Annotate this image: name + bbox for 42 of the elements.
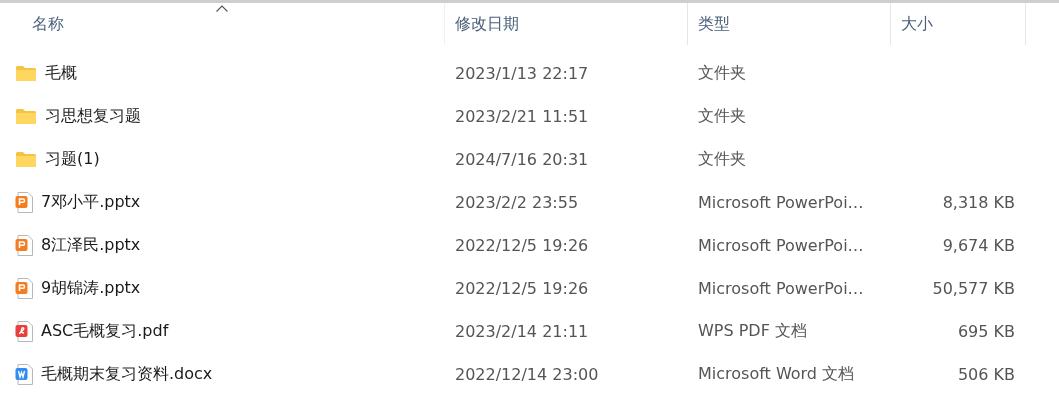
- modified-date: 2022/12/5 19:26: [455, 236, 589, 255]
- modified-date: 2023/2/2 23:55: [455, 193, 579, 212]
- file-name: 毛概期末复习资料.docx: [41, 364, 213, 385]
- file-row[interactable]: 毛概 2023/1/13 22:17 文件夹: [0, 52, 1059, 95]
- modified-date: 2022/12/5 19:26: [455, 279, 589, 298]
- file-row[interactable]: 9胡锦涛.pptx 2022/12/5 19:26 Microsoft PowerPoi… 50,577 KB: [0, 267, 1059, 310]
- file-name: 习题(1): [45, 149, 100, 170]
- modified-date: 2023/2/21 11:51: [455, 107, 589, 126]
- column-header[interactable]: 类型: [688, 3, 891, 45]
- file-name: 7邓小平.pptx: [41, 192, 141, 213]
- file-type: 文件夹: [698, 106, 746, 127]
- modified-date: 2023/2/14 21:11: [455, 322, 589, 341]
- file-row[interactable]: 8江泽民.pptx 2022/12/5 19:26 Microsoft PowerPoi… 9,674 KB: [0, 224, 1059, 267]
- modified-date: 2022/12/14 23:00: [455, 365, 599, 384]
- file-type: Microsoft Word 文档: [698, 364, 855, 385]
- file-row[interactable]: 习题(1) 2024/7/16 20:31 文件夹: [0, 138, 1059, 181]
- file-name: 习思想复习题: [45, 106, 141, 127]
- file-type: 文件夹: [698, 63, 746, 84]
- file-name: 8江泽民.pptx: [41, 235, 141, 256]
- modified-date: 2024/7/16 20:31: [455, 150, 589, 169]
- file-size: 8,318 KB: [942, 193, 1015, 212]
- column-header[interactable]: 修改日期: [445, 3, 688, 45]
- file-size: 9,674 KB: [942, 236, 1015, 255]
- file-type: WPS PDF 文档: [698, 321, 807, 342]
- file-size: 695 KB: [957, 322, 1015, 341]
- file-type: Microsoft PowerPoi…: [698, 279, 864, 298]
- file-size: 50,577 KB: [932, 279, 1015, 298]
- file-type: 文件夹: [698, 149, 746, 170]
- file-name: 毛概: [45, 63, 77, 84]
- file-name: ASC毛概复习.pdf: [41, 321, 169, 342]
- column-header[interactable]: 名称: [0, 3, 445, 45]
- file-row[interactable]: 习思想复习题 2023/2/21 11:51 文件夹: [0, 95, 1059, 138]
- column-header[interactable]: 大小: [891, 3, 1026, 45]
- modified-date: 2023/1/13 22:17: [455, 64, 589, 83]
- file-row[interactable]: 毛概期末复习资料.docx 2022/12/14 23:00 Microsoft Word 文档 506 KB: [0, 353, 1059, 396]
- file-row[interactable]: ASC毛概复习.pdf 2023/2/14 21:11 WPS PDF 文档 695 KB: [0, 310, 1059, 353]
- file-row[interactable]: 7邓小平.pptx 2023/2/2 23:55 Microsoft PowerPoi… 8,318 KB: [0, 181, 1059, 224]
- sort-ascending-icon: [215, 5, 229, 12]
- file-name: 9胡锦涛.pptx: [41, 278, 141, 299]
- file-type: Microsoft PowerPoi…: [698, 236, 864, 255]
- file-size: 506 KB: [957, 365, 1015, 384]
- file-type: Microsoft PowerPoi…: [698, 193, 864, 212]
